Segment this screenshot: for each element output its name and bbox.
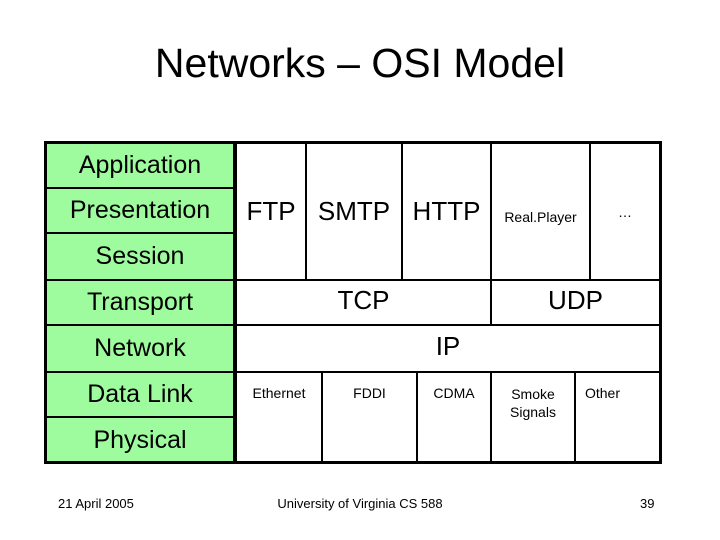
layer-data-link: Data Link <box>46 372 234 417</box>
protocol-smtp: SMTP <box>317 196 391 226</box>
divider <box>305 143 307 280</box>
protocol-ip: IP <box>435 330 461 361</box>
layer-transport: Transport <box>46 280 234 325</box>
protocol-ethernet: Ethernet <box>252 385 306 401</box>
protocol-cdma: CDMA <box>433 385 475 401</box>
protocol-other-link: Other <box>584 385 620 401</box>
layer-session: Session <box>46 233 234 280</box>
protocol-realplayer: Real.Player <box>504 208 577 225</box>
protocol-smoke-signals: Smoke Signals <box>510 386 556 420</box>
border-bottom <box>44 461 662 464</box>
divider <box>46 232 234 234</box>
divider <box>321 372 323 463</box>
border-top <box>44 141 662 144</box>
divider <box>416 372 418 463</box>
protocol-other-apps: … <box>618 203 632 220</box>
layer-network: Network <box>46 325 234 372</box>
divider <box>490 372 492 463</box>
divider <box>589 143 591 280</box>
page-number: 39 <box>640 496 655 511</box>
divider <box>46 187 234 189</box>
protocol-fddi: FDDI <box>353 385 386 401</box>
protocol-tcp: TCP <box>337 284 390 315</box>
divider <box>490 143 492 325</box>
layer-presentation: Presentation <box>46 188 234 233</box>
footer-center: University of Virginia CS 588 <box>277 496 443 511</box>
protocol-udp: UDP <box>548 284 603 315</box>
layer-physical: Physical <box>46 417 234 463</box>
divider <box>574 372 576 463</box>
layer-application: Application <box>46 143 234 188</box>
protocol-http: HTTP <box>412 196 481 226</box>
divider <box>46 416 234 418</box>
protocol-ftp: FTP <box>246 196 296 226</box>
divider <box>46 324 660 326</box>
divider <box>46 279 660 281</box>
border-right <box>659 141 662 464</box>
divider <box>46 371 660 373</box>
divider <box>401 143 403 280</box>
slide-title: Networks – OSI Model <box>154 40 566 86</box>
